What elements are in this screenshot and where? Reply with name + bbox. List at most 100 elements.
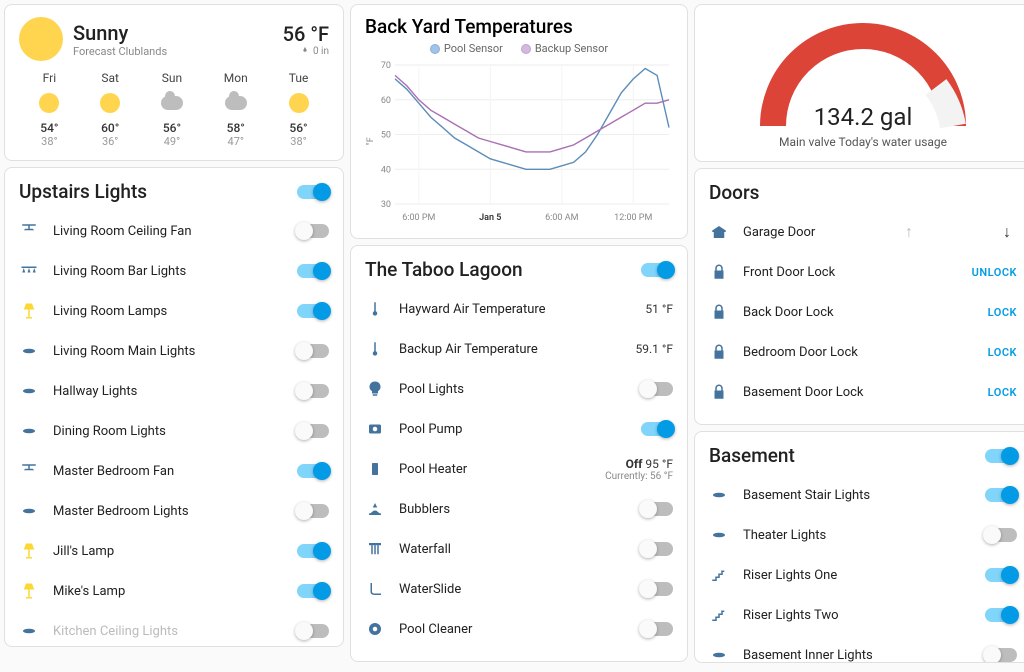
- chart-title: Back Yard Temperatures: [365, 15, 673, 38]
- light-icon: [19, 342, 39, 360]
- taboo-label: Pool Heater: [399, 462, 591, 477]
- lock-action-button[interactable]: LOCK: [988, 306, 1017, 319]
- lock-action-button[interactable]: UNLOCK: [972, 266, 1017, 279]
- door-row: Bedroom Door Lock LOCK: [709, 332, 1017, 372]
- light-icon: [19, 622, 39, 640]
- upstairs-row: Living Room Bar Lights: [19, 251, 329, 291]
- basement-label: Theater Lights: [743, 528, 971, 543]
- taboo-toggle[interactable]: [641, 582, 673, 596]
- taboo-label: WaterSlide: [399, 582, 627, 597]
- lock-action-button[interactable]: LOCK: [988, 346, 1017, 359]
- basement-row: Basement Stair Lights: [709, 475, 1017, 515]
- upstairs-master-toggle[interactable]: [297, 185, 329, 199]
- basement-toggle[interactable]: [985, 608, 1017, 622]
- forecast-day[interactable]: Tue56°38°: [289, 71, 309, 148]
- upstairs-toggle[interactable]: [297, 224, 329, 238]
- lock-action-button[interactable]: LOCK: [988, 386, 1017, 399]
- upstairs-toggle[interactable]: [297, 424, 329, 438]
- door-label: Front Door Lock: [743, 265, 958, 280]
- svg-text:40: 40: [381, 165, 391, 175]
- light-icon: [709, 486, 729, 504]
- upstairs-label: Hallway Lights: [53, 384, 283, 399]
- svg-text:6:00 AM: 6:00 AM: [545, 213, 578, 223]
- upstairs-lights-card: Upstairs Lights Living Room Ceiling FanL…: [4, 167, 344, 647]
- door-row: Basement Door LockLOCK: [709, 372, 1017, 412]
- basement-row: Theater Lights: [709, 515, 1017, 555]
- therm-icon: [365, 300, 385, 318]
- door-row: Garage Door ↑ ↓: [709, 212, 1017, 252]
- door-label: Bedroom Door Lock: [743, 345, 974, 360]
- forecast-day[interactable]: Sat60°36°: [100, 71, 120, 148]
- pump-icon: [365, 420, 385, 438]
- upstairs-label: Living Room Main Lights: [53, 344, 283, 359]
- basement-label: Basement Inner Lights: [743, 648, 971, 663]
- lock-icon: [709, 303, 729, 321]
- weather-temp: 56 °F: [283, 22, 329, 46]
- upstairs-toggle[interactable]: [297, 264, 329, 278]
- basement-toggle[interactable]: [985, 528, 1017, 542]
- upstairs-toggle[interactable]: [297, 504, 329, 518]
- forecast-day[interactable]: Fri54°38°: [39, 71, 59, 148]
- upstairs-row: Dining Room Lights: [19, 411, 329, 451]
- upstairs-label: Dining Room Lights: [53, 424, 283, 439]
- stair-icon: [709, 566, 729, 584]
- upstairs-label: Kitchen Ceiling Lights: [53, 624, 283, 639]
- upstairs-toggle[interactable]: [297, 464, 329, 478]
- forecast-day[interactable]: Sun56°49°: [161, 71, 183, 148]
- upstairs-label: Master Bedroom Fan: [53, 464, 283, 479]
- legend-backup[interactable]: Backup Sensor: [521, 42, 608, 55]
- upstairs-label: Mike's Lamp: [53, 584, 283, 599]
- lamp-icon: [19, 542, 39, 560]
- door-label: Garage Door: [743, 225, 885, 240]
- legend-pool[interactable]: Pool Sensor: [430, 42, 503, 55]
- taboo-toggle[interactable]: [641, 502, 673, 516]
- taboo-toggle[interactable]: [641, 542, 673, 556]
- basement-card: Basement Basement Stair Lights Theater Li…: [694, 431, 1024, 663]
- chart-plot[interactable]: 3040506070°F6:00 PMJan 56:00 AM12:00 PM: [365, 59, 675, 224]
- light-icon: [709, 526, 729, 544]
- bulb-icon: [365, 380, 385, 398]
- taboo-label: Hayward Air Temperature: [399, 302, 631, 317]
- basement-title: Basement: [709, 444, 795, 467]
- weather-location: Forecast Clublands: [73, 45, 273, 58]
- stair-icon: [709, 606, 729, 624]
- taboo-label: Bubblers: [399, 502, 627, 517]
- garage-up-button[interactable]: ↑: [899, 222, 919, 242]
- taboo-row: WaterSlide: [365, 569, 673, 609]
- taboo-row: Pool Pump: [365, 409, 673, 449]
- basement-toggle[interactable]: [985, 568, 1017, 582]
- basement-toggle[interactable]: [985, 488, 1017, 502]
- upstairs-toggle[interactable]: [297, 384, 329, 398]
- taboo-row: Waterfall: [365, 529, 673, 569]
- taboo-toggle[interactable]: [641, 422, 673, 436]
- svg-text:30: 30: [381, 200, 391, 210]
- upstairs-row: Kitchen Ceiling Lights: [19, 611, 329, 647]
- svg-text:70: 70: [381, 61, 391, 71]
- upstairs-toggle[interactable]: [297, 624, 329, 638]
- taboo-toggle[interactable]: [641, 622, 673, 636]
- taboo-row: Pool Lights: [365, 369, 673, 409]
- upstairs-toggle[interactable]: [297, 344, 329, 358]
- weather-icon: [19, 17, 63, 61]
- water-gauge-card[interactable]: 134.2 gal Main valve Today's water usage: [694, 4, 1024, 162]
- gauge-value: 134.2 gal: [753, 103, 973, 131]
- forecast-day[interactable]: Mon58°47°: [224, 71, 248, 148]
- upstairs-toggle[interactable]: [297, 304, 329, 318]
- upstairs-row: Master Bedroom Fan: [19, 451, 329, 491]
- light-icon: [19, 502, 39, 520]
- basement-toggle[interactable]: [985, 648, 1017, 662]
- basement-master-toggle[interactable]: [985, 449, 1017, 463]
- taboo-row: Hayward Air Temperature51 °F: [365, 289, 673, 329]
- upstairs-toggle[interactable]: [297, 584, 329, 598]
- svg-text:12:00 PM: 12:00 PM: [614, 213, 652, 223]
- taboo-toggle[interactable]: [641, 382, 673, 396]
- upstairs-label: Living Room Lamps: [53, 304, 283, 319]
- garage-down-button[interactable]: ↓: [997, 222, 1017, 242]
- taboo-master-toggle[interactable]: [641, 263, 673, 277]
- waterfall-icon: [365, 540, 385, 558]
- lamp-icon: [19, 302, 39, 320]
- upstairs-toggle[interactable]: [297, 544, 329, 558]
- upstairs-label: Living Room Bar Lights: [53, 264, 283, 279]
- backyard-chart-card: Back Yard Temperatures Pool Sensor Backu…: [350, 4, 688, 239]
- gauge-label: Main valve Today's water usage: [695, 135, 1024, 149]
